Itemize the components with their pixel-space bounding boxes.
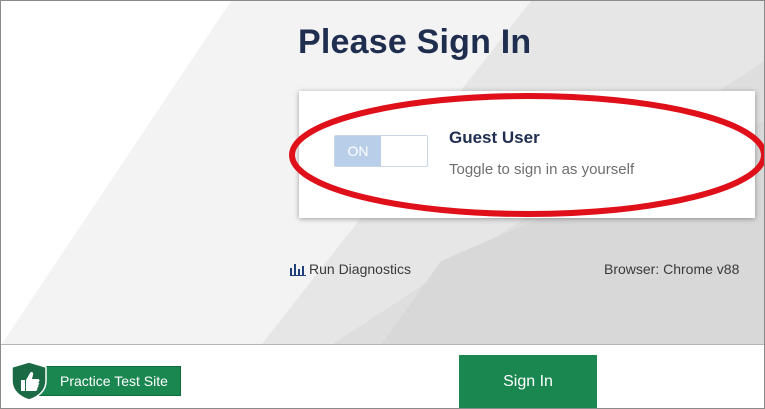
- bar-chart-icon: [290, 263, 306, 276]
- footer-divider: [1, 344, 764, 345]
- practice-test-site-label: Practice Test Site: [37, 366, 181, 396]
- practice-test-site-badge[interactable]: Practice Test Site: [9, 361, 181, 401]
- guest-user-subtitle: Toggle to sign in as yourself: [449, 161, 635, 178]
- guest-user-card: ON Guest User Toggle to sign in as yours…: [299, 91, 755, 218]
- sign-in-button[interactable]: Sign In: [459, 355, 597, 408]
- page-title: Please Sign In: [298, 23, 532, 61]
- toggle-on-label: ON: [335, 136, 381, 166]
- guest-toggle[interactable]: ON: [334, 135, 428, 167]
- run-diagnostics-link[interactable]: Run Diagnostics: [290, 261, 411, 277]
- sign-in-page: Please Sign In ON Guest User Toggle to s…: [0, 0, 765, 409]
- thumbs-up-shield-icon: [11, 361, 47, 401]
- run-diagnostics-label: Run Diagnostics: [309, 261, 411, 277]
- browser-info: Browser: Chrome v88: [604, 261, 740, 277]
- guest-user-title: Guest User: [449, 128, 540, 147]
